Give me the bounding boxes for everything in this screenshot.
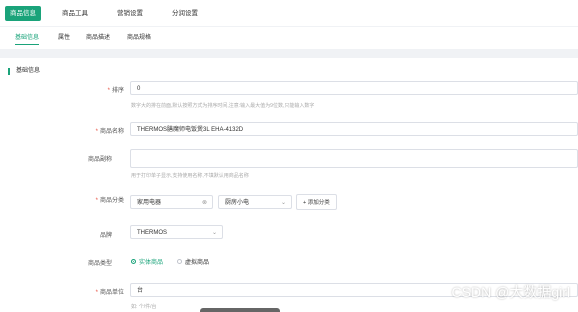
unit-label: * 商品单位 — [95, 290, 124, 296]
chevron-down-icon: ⌄ — [211, 230, 217, 236]
sort-hint: 数字大的排在前面,默认按照方式为排序时间,注意:输入最大值为9位数,只能输入数字 — [131, 103, 315, 109]
category-label: * 商品分类 — [95, 198, 124, 204]
tab-product-tools[interactable]: 商品工具 — [62, 6, 88, 21]
sub-tab-bar: 基础信息 属性 商品描述 商品规格 — [0, 27, 578, 49]
clear-icon[interactable]: ⊗ — [202, 196, 207, 210]
category-select-secondary[interactable]: 厨房小电 ⌄ — [218, 195, 292, 209]
chevron-down-icon: ⌄ — [280, 200, 286, 206]
subtab-attributes[interactable]: 属性 — [58, 32, 70, 44]
alias-label: 商品副称 — [87, 157, 112, 163]
form-panel: 基础信息 * 排序 0 数字大的排在前面,默认按照方式为排序时间,注意:输入最大值… — [0, 58, 578, 312]
tab-product-info[interactable]: 商品信息 — [5, 6, 41, 21]
product-name-input[interactable]: THERMOS膳魔师电饭煲3L EHA-4132D — [130, 122, 578, 136]
alias-input[interactable] — [130, 149, 578, 168]
brand-label: 品牌 — [99, 233, 112, 239]
category-select-primary[interactable]: 家用电器 ⊗ — [130, 195, 213, 209]
alias-hint: 用于打印单子显示,支持使用名称,不填默认用商品名称 — [131, 173, 249, 179]
horizontal-scrollbar[interactable] — [200, 308, 280, 312]
top-tab-bar: 商品信息 商品工具 营销设置 分润设置 — [0, 0, 578, 26]
sort-label: * 排序 — [107, 88, 124, 94]
radio-checked-icon — [131, 259, 136, 264]
radio-unchecked-icon — [177, 259, 182, 264]
name-label: * 商品名称 — [95, 129, 124, 135]
tab-commission-settings[interactable]: 分润设置 — [172, 6, 198, 21]
tab-marketing-settings[interactable]: 营销设置 — [117, 6, 143, 21]
add-category-button[interactable]: + 添加分类 — [296, 194, 337, 210]
subtab-specs[interactable]: 商品规格 — [127, 32, 151, 44]
unit-hint: 如: 个/件/台 — [131, 304, 157, 310]
type-label: 商品类型 — [87, 261, 112, 267]
brand-select[interactable]: THERMOS ⌄ — [130, 225, 223, 239]
subtab-description[interactable]: 商品描述 — [86, 32, 110, 44]
sort-input[interactable]: 0 — [130, 81, 578, 95]
watermark: CSDN @大数据girl — [451, 284, 570, 300]
radio-physical[interactable]: 实体商品 — [131, 257, 163, 266]
section-title: 基础信息 — [8, 68, 40, 75]
radio-virtual[interactable]: 虚拟商品 — [177, 257, 209, 266]
subtab-basic-info[interactable]: 基础信息 — [15, 32, 40, 45]
